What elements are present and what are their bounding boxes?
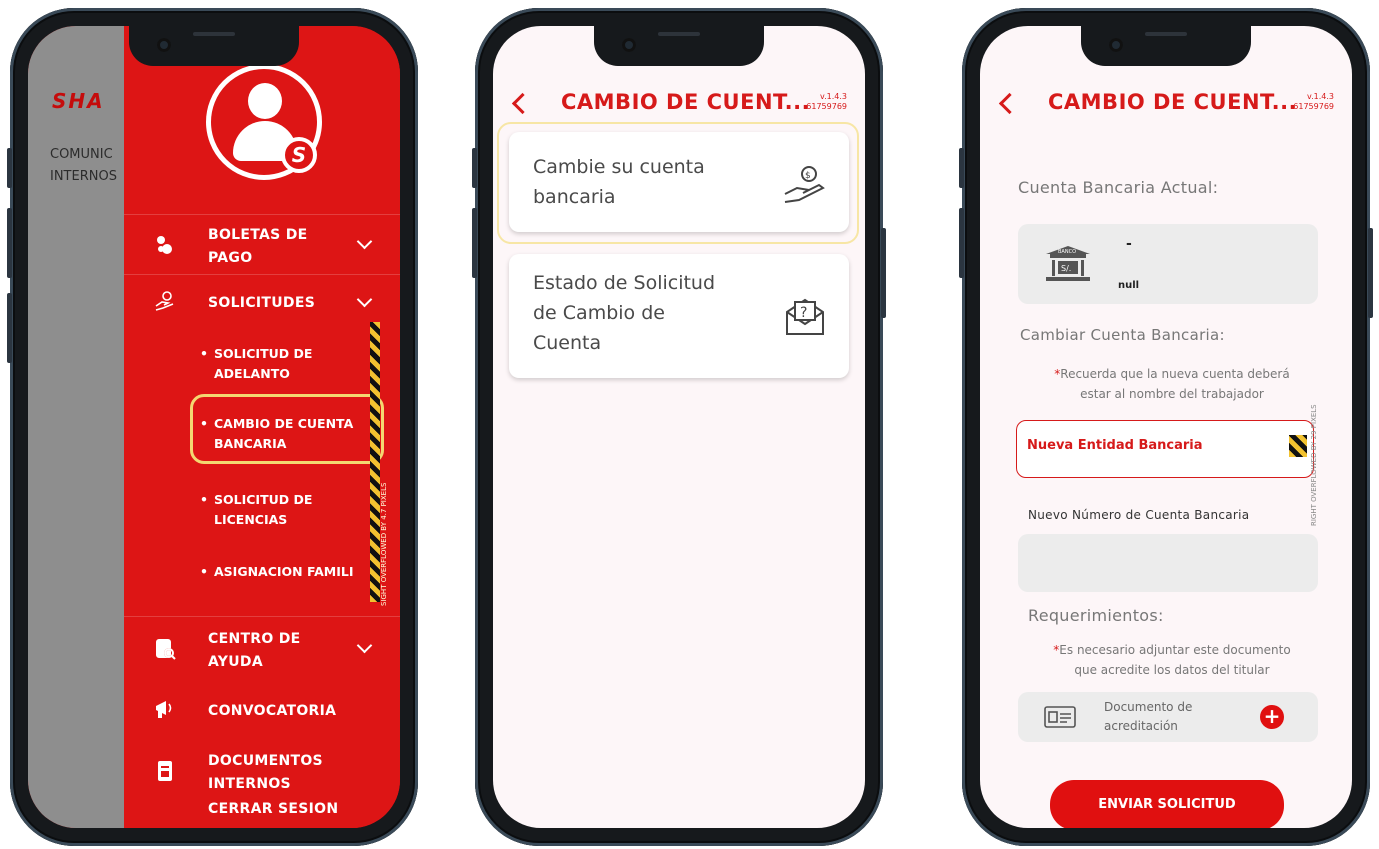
id-card-icon (1044, 704, 1076, 734)
hand-coin-icon: $ (781, 160, 829, 208)
submit-request-button[interactable]: ENVIAR SOLICITUD (1050, 780, 1284, 828)
s-badge-icon: S (281, 137, 317, 173)
svg-text:?: ? (800, 305, 807, 321)
header: CAMBIO DE CUENT... v.1.4.3 61759769 (980, 86, 1352, 126)
overflow-warning-stripe (370, 322, 380, 602)
current-account-label: Cuenta Bancaria Actual: (1018, 178, 1219, 197)
back-arrow-icon[interactable] (511, 92, 534, 115)
menu-centro-de-ayuda[interactable]: CENTRO DE AYUDA (124, 626, 400, 678)
change-account-label: Cambiar Cuenta Bancaria: (1020, 326, 1225, 344)
menu-documentos-internos[interactable]: DOCUMENTOS INTERNOS (124, 748, 400, 800)
options-screen: CAMBIO DE CUENT... v.1.4.3 61759769 Cambi… (493, 26, 865, 828)
document-search-icon (154, 638, 176, 660)
overflow-warning-stripe (1289, 435, 1307, 457)
bank-icon: BANCO S/. (1040, 244, 1096, 288)
document-icon (154, 760, 176, 782)
coins-icon (154, 234, 176, 256)
requirements-note: *Es necesario adjuntar este documento qu… (1053, 643, 1291, 677)
new-bank-select[interactable]: Nueva Entidad Bancaria (1016, 420, 1314, 478)
account-owner-note: *Recuerda que la nueva cuenta deberá est… (1054, 367, 1290, 401)
change-account-card[interactable]: Cambie su cuenta bancaria $ (509, 132, 849, 232)
notch (129, 26, 299, 66)
menu-solicitudes[interactable]: SOLICITUDES (124, 288, 400, 322)
document-label: Documento de acreditación (1104, 700, 1193, 733)
background-page[interactable]: SHA COMUNIC INTERNOS (28, 26, 124, 828)
notch (594, 26, 764, 66)
brand-logo: SHA (52, 89, 105, 113)
header: CAMBIO DE CUENT... v.1.4.3 61759769 (493, 86, 865, 126)
phone-frame-form: CAMBIO DE CUENT... v.1.4.3 61759769 Cuent… (959, 8, 1373, 846)
form-screen: CAMBIO DE CUENT... v.1.4.3 61759769 Cuent… (980, 26, 1352, 828)
add-document-icon[interactable]: + (1260, 705, 1284, 729)
overflow-warning-text: SIGHT OVERFLOWED BY 4.7 PIXELS (380, 482, 388, 606)
version-label: v.1.4.3 61759769 (1293, 92, 1334, 111)
requirements-label: Requerimientos: (1028, 606, 1164, 625)
chevron-down-icon (356, 291, 373, 308)
new-account-number-input[interactable] (1018, 534, 1318, 592)
submenu-asignacion-familiar[interactable]: ASIGNACION FAMILI (200, 562, 354, 582)
page-title: CAMBIO DE CUENT... (561, 90, 811, 114)
submenu-cambio-de-cuenta-bancaria[interactable]: CAMBIO DE CUENTA BANCARIA (200, 414, 353, 454)
chevron-down-icon (356, 637, 373, 654)
phone-frame-options: CAMBIO DE CUENT... v.1.4.3 61759769 Cambi… (472, 8, 886, 846)
menu-convocatoria[interactable]: CONVOCATORIA (124, 696, 400, 730)
svg-text:BANCO: BANCO (1058, 249, 1076, 255)
hand-money-icon (154, 290, 176, 312)
side-drawer: S BOLETAS DE PAGO SOLICITUDES SOLICITUD … (124, 26, 400, 828)
account-number: null (1118, 280, 1140, 291)
menu-screen: SHA COMUNIC INTERNOS S BOLETAS DE PAGO S… (28, 26, 400, 828)
menu-boletas-de-pago[interactable]: BOLETAS DE PAGO (124, 222, 400, 274)
overflow-warning-text: RIGHT OVERFLOWED BY 29 PIXELS (1310, 404, 1318, 526)
page-title: CAMBIO DE CUENT... (1048, 90, 1298, 114)
document-upload-row[interactable]: Documento de acreditación + (1018, 692, 1318, 742)
request-status-card[interactable]: Estado de Solicitud de Cambio de Cuenta … (509, 254, 849, 378)
current-account-box: BANCO S/. - null (1018, 224, 1318, 304)
megaphone-icon (154, 698, 176, 720)
submenu-solicitud-de-adelanto[interactable]: SOLICITUD DE ADELANTO (200, 344, 312, 384)
avatar[interactable]: S (206, 64, 322, 180)
svg-text:$: $ (805, 171, 811, 181)
envelope-question-icon: ? (781, 292, 829, 340)
background-text: COMUNIC INTERNOS (50, 147, 117, 184)
version-label: v.1.4.3 61759769 (806, 92, 847, 111)
new-account-number-label: Nuevo Número de Cuenta Bancaria (1028, 508, 1250, 522)
svg-text:S/.: S/. (1061, 264, 1071, 273)
notch (1081, 26, 1251, 66)
submenu-solicitud-de-licencias[interactable]: SOLICITUD DE LICENCIAS (200, 490, 312, 530)
back-arrow-icon[interactable] (998, 92, 1021, 115)
chevron-down-icon (356, 233, 373, 250)
phone-frame-menu: SHA COMUNIC INTERNOS S BOLETAS DE PAGO S… (7, 8, 418, 846)
bank-name: - (1126, 236, 1132, 252)
